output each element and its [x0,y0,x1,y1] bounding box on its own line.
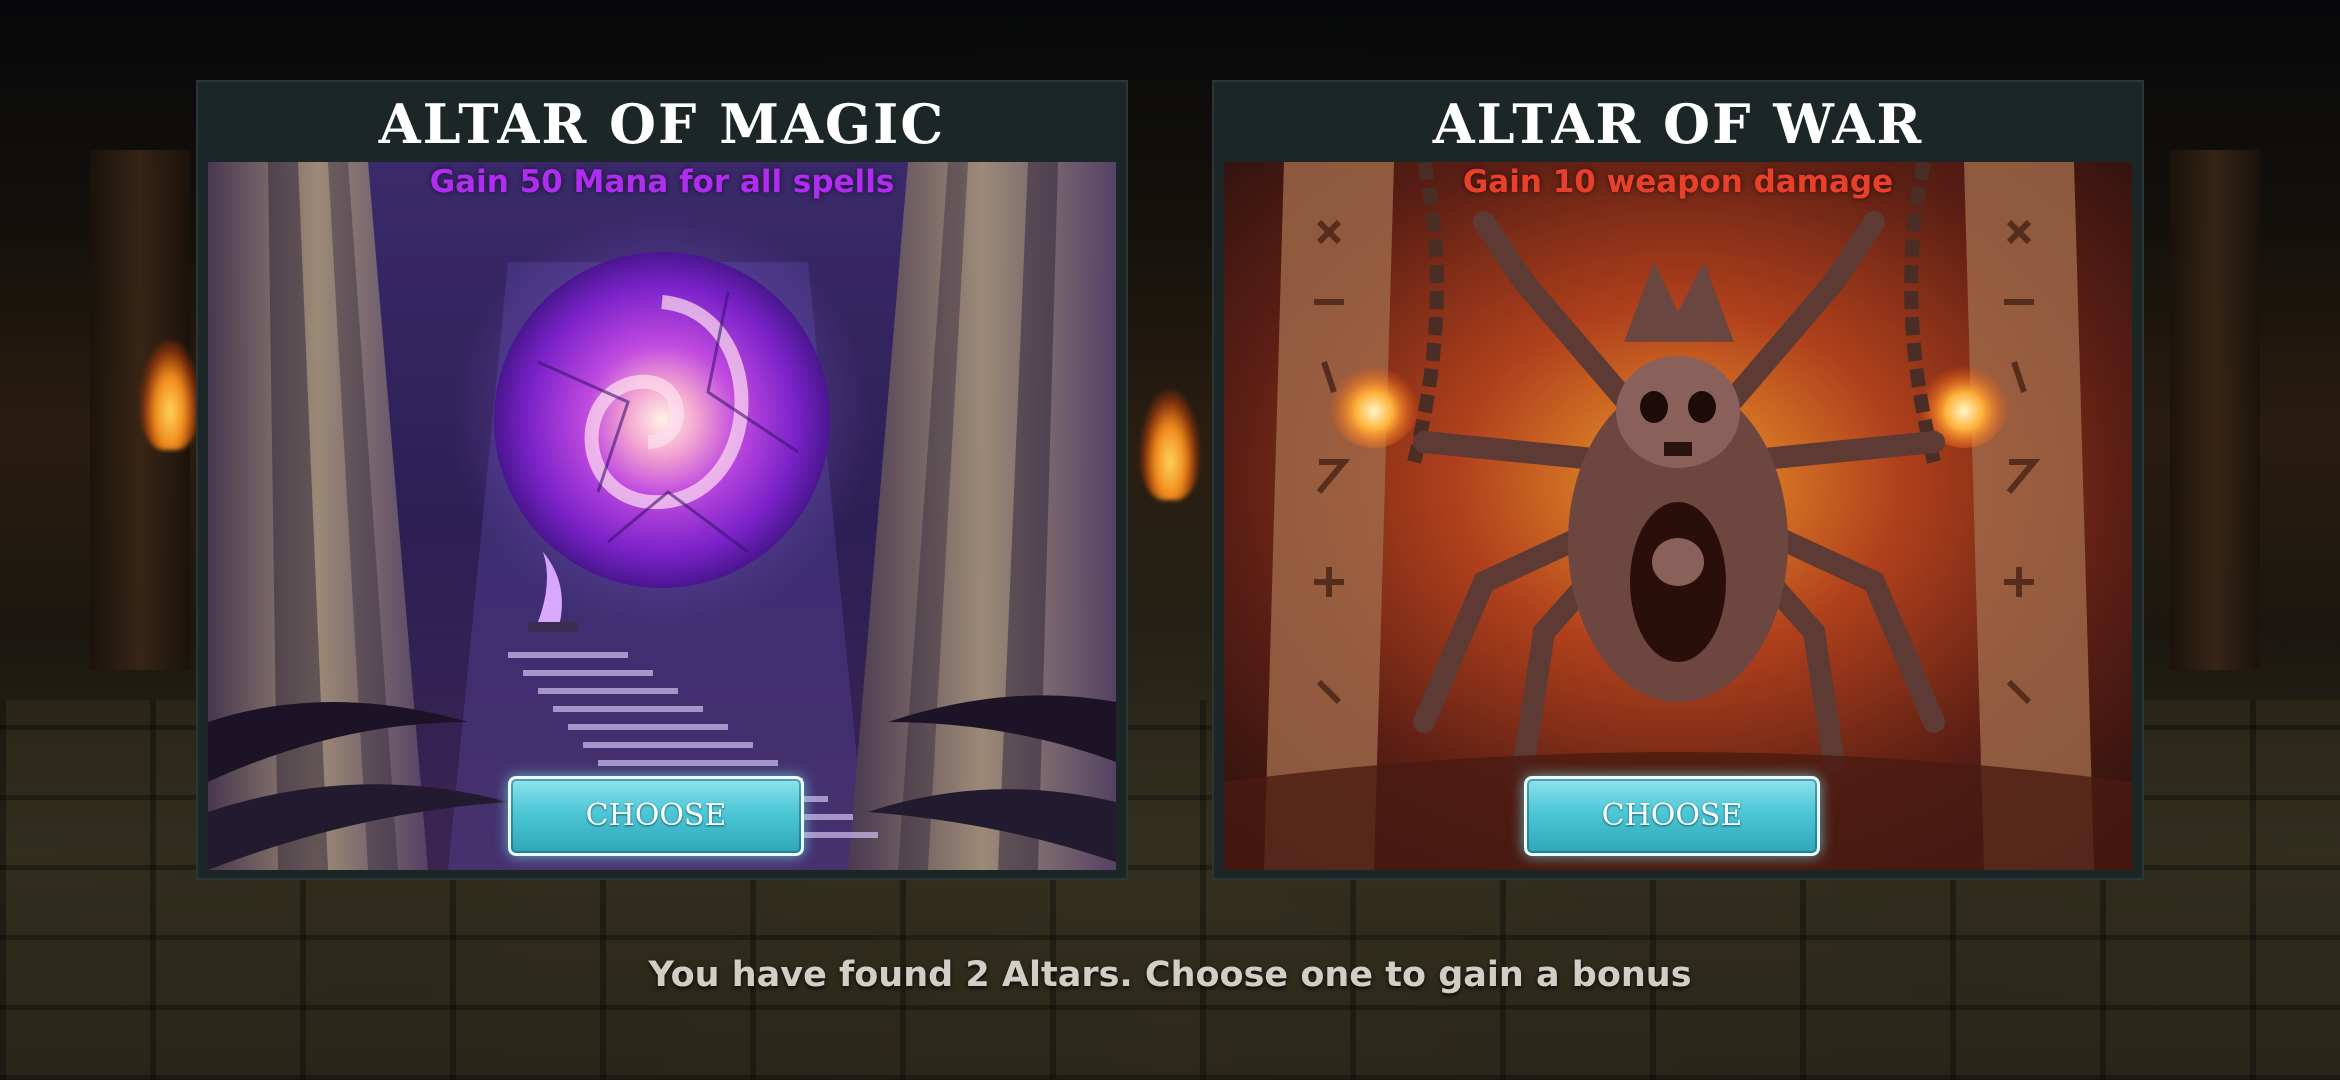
altar-title: ALTAR OF MAGIC [378,92,946,156]
altar-title: ALTAR OF WAR [1432,92,1924,156]
skeletal-demon-illustration [1224,162,2132,870]
instruction-message: You have found 2 Altars. Choose one to g… [648,955,1692,995]
altar-bonus-text: Gain 50 Mana for all spells [429,164,895,200]
altar-art-magic [208,162,1116,870]
background-pillar-right [2170,150,2260,670]
choose-button-magic[interactable]: CHOOSE [508,776,804,856]
altar-card-magic: ALTAR OF MAGIC Gain 50 Mana for all spel… [196,80,1128,880]
altar-card-war: ALTAR OF WAR Gain 10 weapon damage CHOOS… [1212,80,2144,880]
wall-torch-center [1140,390,1200,500]
wall-torch-left [140,340,200,450]
mana-orb-illustration [208,162,1116,870]
altar-bonus-text: Gain 10 weapon damage [1462,164,1894,200]
altar-art-war [1224,162,2132,870]
choose-button-war[interactable]: CHOOSE [1524,776,1820,856]
game-scene: ALTAR OF MAGIC Gain 50 Mana for all spel… [0,0,2340,1080]
